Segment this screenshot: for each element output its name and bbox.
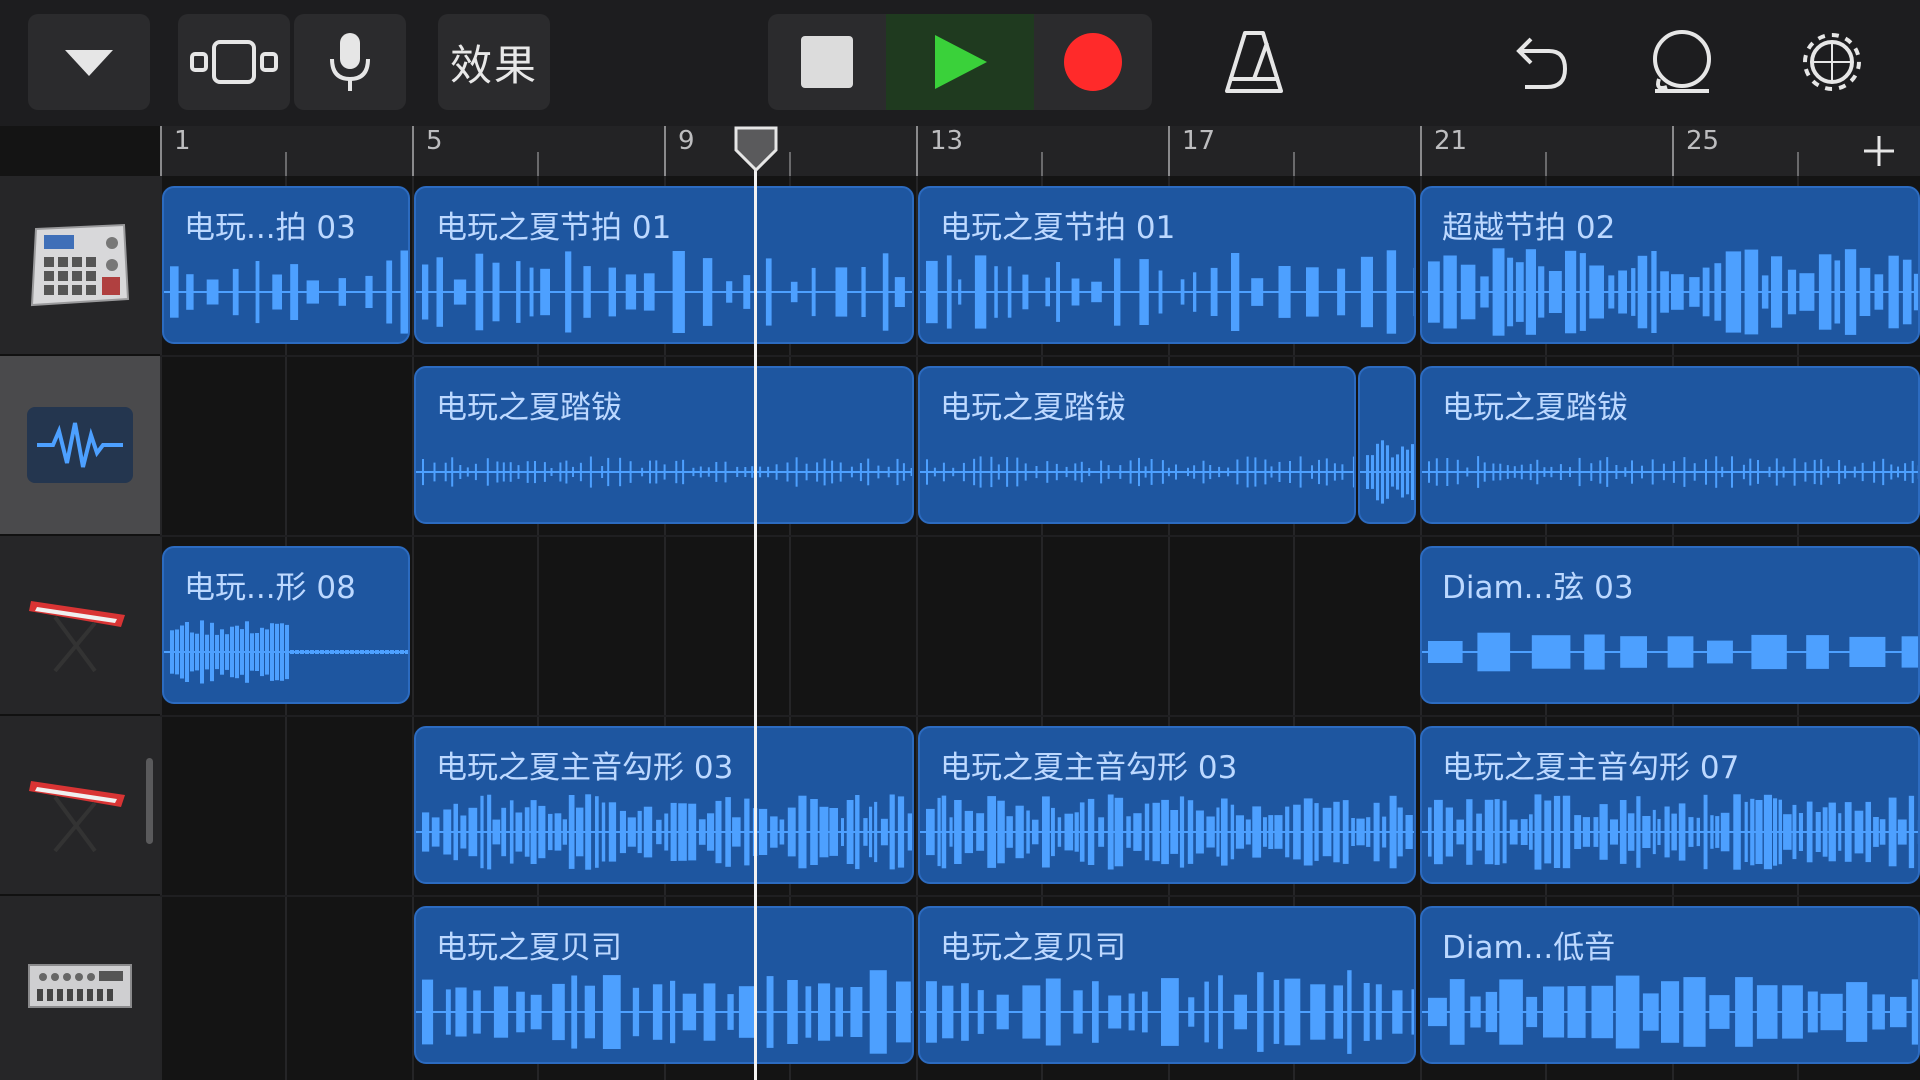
region[interactable]: Diam...弦 03 xyxy=(1420,546,1920,704)
ruler-tick xyxy=(1293,152,1295,176)
play-icon xyxy=(935,35,987,89)
region[interactable]: 电玩...拍 03 xyxy=(162,186,410,344)
tracks-area[interactable]: 电玩...拍 03 电玩之夏节拍 01 电玩之夏节拍 01 超越节拍 02 电玩… xyxy=(160,176,1920,1080)
region-waveform xyxy=(1422,794,1918,870)
record-icon xyxy=(1064,33,1122,91)
region[interactable]: 电玩之夏节拍 01 xyxy=(918,186,1416,344)
ruler-tick xyxy=(1168,126,1170,176)
region-waveform xyxy=(416,794,912,870)
region-waveform xyxy=(920,794,1414,870)
ruler-tick xyxy=(1041,152,1043,176)
region[interactable]: 电玩之夏贝司 xyxy=(414,906,914,1064)
ruler-bar-number: 5 xyxy=(426,126,443,156)
metronome-button[interactable] xyxy=(1210,14,1298,110)
region-waveform xyxy=(920,250,1414,334)
region-waveform xyxy=(1360,440,1414,504)
metronome-icon xyxy=(1225,31,1283,93)
ruler-bar-number: 9 xyxy=(678,126,695,156)
tracks-view-icon xyxy=(190,40,278,84)
region-waveform xyxy=(416,251,912,333)
loop-browser-icon xyxy=(1653,30,1711,93)
track-header-2[interactable] xyxy=(0,356,160,536)
region-waveform xyxy=(1422,975,1918,1049)
settings-button[interactable] xyxy=(1790,14,1874,110)
region-waveform xyxy=(164,250,408,334)
play-button[interactable] xyxy=(886,14,1034,110)
track-headers xyxy=(0,176,160,1080)
keyboard-synth-icon xyxy=(29,781,125,853)
ruler-tick xyxy=(1672,126,1674,176)
ruler-bar-number: 17 xyxy=(1182,126,1216,156)
region-waveform xyxy=(920,456,1354,488)
plus-icon xyxy=(1864,136,1894,166)
region[interactable]: 超越节拍 02 xyxy=(1420,186,1920,344)
track-header-4[interactable] xyxy=(0,716,160,896)
region-waveform xyxy=(416,456,912,488)
ruler-tick xyxy=(916,126,918,176)
region[interactable]: 电玩...形 08 xyxy=(162,546,410,704)
region[interactable]: 电玩之夏贝司 xyxy=(918,906,1416,1064)
microphone-button[interactable] xyxy=(294,14,406,110)
region-waveform xyxy=(1422,248,1918,336)
track-header-3[interactable] xyxy=(0,536,160,716)
region-waveform xyxy=(164,620,408,684)
ruler-tick xyxy=(1545,152,1547,176)
stop-button[interactable] xyxy=(768,14,886,110)
region-waveform xyxy=(1422,632,1918,672)
region[interactable]: 电玩之夏节拍 01 xyxy=(414,186,914,344)
stop-icon xyxy=(801,36,853,88)
record-button[interactable] xyxy=(1034,14,1152,110)
region[interactable] xyxy=(1358,366,1416,524)
region[interactable]: 电玩之夏踏钹 xyxy=(414,366,914,524)
drum-machine-icon xyxy=(30,223,130,307)
track-scroll-handle[interactable] xyxy=(146,758,153,844)
fx-label: 效果 xyxy=(449,40,538,90)
region[interactable]: 电玩之夏踏钹 xyxy=(918,366,1356,524)
loop-browser-button[interactable] xyxy=(1640,14,1724,110)
ruler-tick xyxy=(285,152,287,176)
region-waveform xyxy=(920,970,1414,1054)
ruler-tick xyxy=(1420,126,1422,176)
add-section-button[interactable] xyxy=(1838,126,1920,176)
ruler-tick xyxy=(412,126,414,176)
playhead-handle-icon[interactable] xyxy=(732,126,780,172)
tracks-view-button[interactable] xyxy=(178,14,290,110)
playhead[interactable] xyxy=(754,160,757,1080)
ruler-tick xyxy=(160,126,162,176)
ruler-tick xyxy=(1797,152,1799,176)
bass-synth-icon xyxy=(28,964,132,1008)
ruler-bar-number: 1 xyxy=(174,126,191,156)
ruler-bar-number: 21 xyxy=(1434,126,1468,156)
ruler-bar-number: 25 xyxy=(1686,126,1720,156)
region[interactable]: 电玩之夏主音勾形 07 xyxy=(1420,726,1920,884)
region[interactable]: 电玩之夏主音勾形 03 xyxy=(918,726,1416,884)
region-waveform xyxy=(416,970,912,1054)
region[interactable]: 电玩之夏主音勾形 03 xyxy=(414,726,914,884)
microphone-icon xyxy=(330,33,370,91)
ruler-tick xyxy=(537,152,539,176)
toolbar: 效果 xyxy=(0,0,1920,126)
browser-menu-button[interactable] xyxy=(28,14,150,110)
region-waveform xyxy=(1422,456,1918,488)
ruler-tick xyxy=(664,126,666,176)
track-header-5[interactable] xyxy=(0,896,160,1076)
region[interactable]: 电玩之夏踏钹 xyxy=(1420,366,1920,524)
track-header-1[interactable] xyxy=(0,176,160,356)
region[interactable]: Diam...低音 xyxy=(1420,906,1920,1064)
settings-gear-icon xyxy=(1803,33,1861,91)
ruler-bar-number: 13 xyxy=(930,126,964,156)
waveform-icon xyxy=(27,407,133,483)
chevron-down-icon xyxy=(65,50,113,76)
undo-icon xyxy=(1516,37,1568,89)
ruler-tick xyxy=(789,152,791,176)
keyboard-synth-icon xyxy=(29,601,125,673)
undo-button[interactable] xyxy=(1496,14,1580,110)
fx-button[interactable]: 效果 xyxy=(438,14,550,110)
timeline-ruler[interactable]: 1 5 9 13 17 21 25 xyxy=(160,126,1920,176)
